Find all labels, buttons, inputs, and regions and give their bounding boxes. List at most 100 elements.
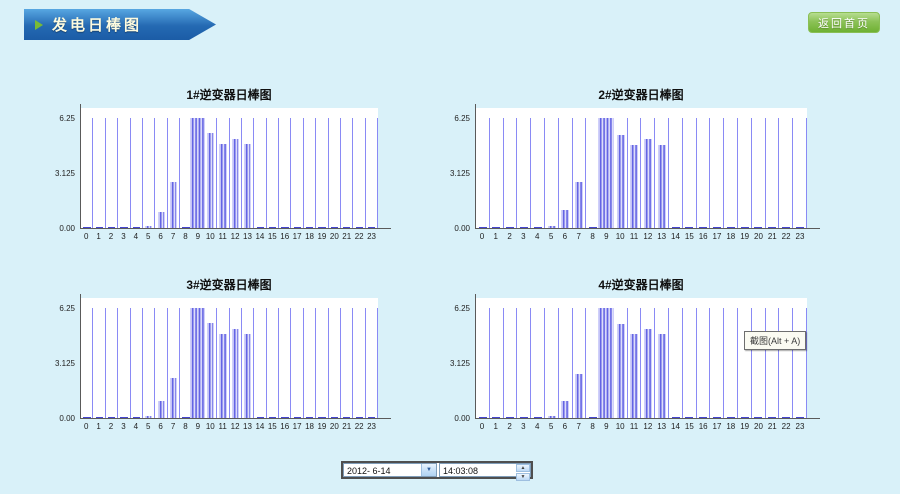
date-value[interactable]: 2012- 6-14 [344, 464, 421, 476]
x-tick-label: 11 [627, 232, 641, 241]
bar-hour-20 [331, 417, 338, 418]
bar-hour-11 [219, 334, 226, 418]
hour-slot [267, 298, 279, 418]
x-tick-label: 20 [328, 232, 340, 241]
bar-hour-6 [561, 210, 569, 228]
x-tick-label: 13 [241, 422, 253, 431]
x-tick-label: 7 [572, 232, 586, 241]
x-tick-label: 9 [599, 232, 613, 241]
bar-hour-23 [796, 417, 804, 418]
x-tick-label: 9 [192, 422, 204, 431]
plot-area [475, 298, 807, 419]
bar-hour-19 [318, 417, 325, 418]
bar-hour-20 [331, 227, 338, 228]
play-triangle-icon [35, 20, 43, 30]
bar-hour-11 [630, 334, 638, 418]
hour-slot [131, 108, 143, 228]
bar-hour-21 [768, 417, 776, 418]
bar-hour-16 [699, 227, 707, 228]
hour-slot [490, 108, 504, 228]
y-axis-labels: 6.253.1250.00 [38, 108, 80, 229]
x-tick-label: 4 [130, 422, 142, 431]
x-tick-label: 7 [572, 422, 586, 431]
hour-slot [168, 108, 180, 228]
bar-hour-12 [644, 139, 652, 228]
y-axis-labels: 6.253.1250.00 [38, 298, 80, 419]
time-value[interactable]: 14:03:08 [440, 464, 516, 476]
bar-hour-5 [145, 416, 152, 418]
hour-slot [242, 298, 254, 418]
y-tick-label: 6.25 [454, 304, 470, 313]
chart-title: 3#逆变器日棒图 [38, 276, 378, 290]
x-tick-label: 4 [130, 232, 142, 241]
home-button[interactable]: 返回首页 [808, 12, 880, 33]
bar-hour-9 [190, 308, 204, 418]
x-tick-label: 18 [303, 232, 315, 241]
bar-hour-6 [158, 212, 165, 228]
bar-hour-17 [294, 227, 301, 228]
bar-hour-15 [685, 227, 693, 228]
hour-slot [155, 108, 167, 228]
hour-slot [254, 298, 266, 418]
hour-slot [738, 298, 752, 418]
x-tick-label: 22 [353, 232, 365, 241]
hour-slot [738, 108, 752, 228]
bar-hour-8 [182, 227, 189, 228]
bar-hour-5 [145, 226, 152, 228]
hour-slot [353, 298, 365, 418]
hour-slot [168, 298, 180, 418]
bar-hour-0 [83, 417, 90, 418]
bar-hour-22 [356, 417, 363, 418]
bar-hour-16 [699, 417, 707, 418]
chevron-down-icon[interactable]: ▼ [421, 464, 436, 476]
hour-slot [779, 108, 793, 228]
chart-inverter-2: 2#逆变器日棒图 6.253.1250.00 01234567891011121… [433, 86, 807, 241]
x-axis-labels: 01234567891011121314151617181920212223 [80, 232, 378, 241]
x-tick-label: 4 [530, 422, 544, 431]
x-tick-label: 6 [154, 232, 166, 241]
hour-slot [504, 298, 518, 418]
x-tick-label: 3 [117, 422, 129, 431]
x-tick-label: 18 [724, 232, 738, 241]
time-spinner[interactable]: 14:03:08 ▲▼ [439, 463, 531, 477]
bar-hour-16 [281, 417, 288, 418]
x-tick-label: 10 [204, 422, 216, 431]
x-tick-label: 5 [142, 232, 154, 241]
bar-hour-23 [368, 227, 375, 228]
hour-slot [366, 108, 378, 228]
page-title: 发电日棒图 [52, 14, 142, 35]
x-tick-label: 1 [489, 232, 503, 241]
x-tick-label: 12 [641, 422, 655, 431]
x-tick-label: 21 [341, 232, 353, 241]
y-tick-label: 3.125 [450, 359, 470, 368]
spin-up-icon[interactable]: ▲ [516, 464, 530, 472]
x-tick-label: 23 [793, 232, 807, 241]
bar-hour-4 [534, 227, 542, 228]
y-tick-label: 0.00 [454, 414, 470, 423]
hour-slot [573, 108, 587, 228]
x-tick-label: 6 [558, 232, 572, 241]
y-tick-label: 6.25 [59, 114, 75, 123]
x-tick-label: 21 [765, 422, 779, 431]
x-tick-label: 16 [696, 422, 710, 431]
x-tick-label: 3 [117, 232, 129, 241]
bar-hour-14 [257, 227, 264, 228]
x-tick-label: 0 [475, 232, 489, 241]
x-tick-label: 6 [558, 422, 572, 431]
hour-slot [793, 298, 807, 418]
x-tick-label: 12 [641, 232, 655, 241]
x-tick-label: 18 [303, 422, 315, 431]
chart-inverter-1: 1#逆变器日棒图 6.253.1250.00 01234567891011121… [38, 86, 378, 241]
plot-area [80, 298, 378, 419]
hour-slot [573, 298, 587, 418]
plot-area [475, 108, 807, 229]
bar-hour-1 [492, 227, 500, 228]
hour-slot [81, 108, 93, 228]
spin-down-icon[interactable]: ▼ [516, 473, 530, 481]
x-tick-label: 2 [105, 422, 117, 431]
hour-slot [710, 108, 724, 228]
x-tick-label: 20 [752, 232, 766, 241]
x-tick-label: 5 [544, 422, 558, 431]
x-tick-label: 17 [710, 422, 724, 431]
date-combobox[interactable]: 2012- 6-14 ▼ [343, 463, 437, 477]
